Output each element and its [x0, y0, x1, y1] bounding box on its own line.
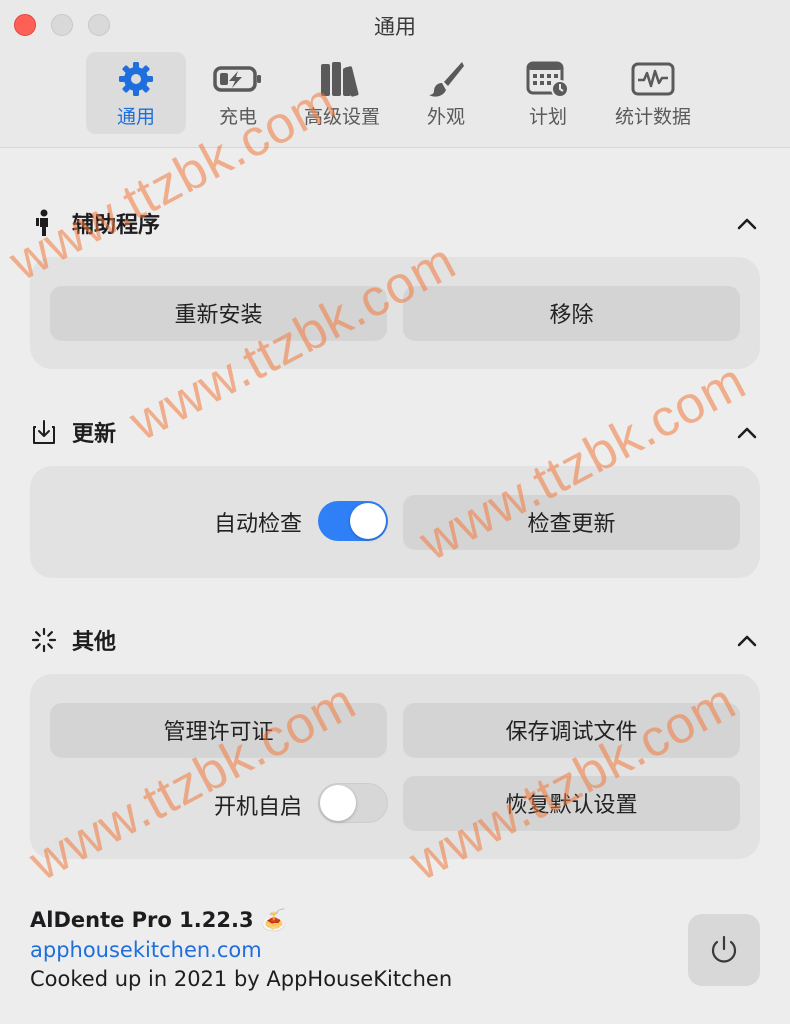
auto-check-label: 自动检查: [213, 512, 302, 537]
reinstall-button[interactable]: 重新安装: [50, 286, 387, 340]
tab-schedule[interactable]: 计划: [500, 52, 596, 134]
tab-statistics-label: 统计数据: [614, 106, 691, 128]
tab-bar: 通用 充电 高级设置 外观 计划 统计数据: [0, 52, 790, 134]
manage-license-button[interactable]: 管理许可证: [50, 703, 387, 757]
helper-section-title: 辅助程序: [72, 213, 161, 238]
update-section-title: 更新: [72, 422, 117, 447]
tab-appearance[interactable]: 外观: [398, 52, 494, 134]
quit-button[interactable]: [688, 914, 760, 986]
website-link[interactable]: apphousekitchen.com: [30, 938, 262, 962]
tab-schedule-label: 计划: [528, 106, 567, 128]
power-icon: [711, 935, 737, 963]
pasta-emoji-icon: 🍝: [260, 908, 288, 932]
tab-appearance-label: 外观: [426, 106, 465, 128]
restore-defaults-button[interactable]: 恢复默认设置: [403, 776, 740, 830]
other-section-header[interactable]: 其他: [30, 622, 760, 658]
launch-at-login-label: 开机自启: [213, 795, 302, 820]
chevron-up-icon[interactable]: [734, 211, 760, 237]
tab-general-label: 通用: [116, 106, 155, 128]
update-section-header[interactable]: 更新: [30, 414, 760, 450]
toolbar: 通用 通用 充电 高级设置 外观 计划 统计数据: [0, 0, 790, 148]
app-name-text: AlDente Pro 1.22.3: [30, 908, 254, 932]
tab-charging[interactable]: 充电: [190, 52, 286, 134]
gear-icon: [86, 60, 186, 98]
auto-check-toggle[interactable]: [318, 501, 388, 541]
calendar-clock-icon: [500, 60, 596, 98]
other-panel: 管理许可证 保存调试文件 开机自启 恢复默认设置: [30, 674, 760, 859]
helper-panel: 重新安装 移除: [30, 257, 760, 369]
save-debug-file-button[interactable]: 保存调试文件: [403, 703, 740, 757]
chart-waveform-icon: [604, 60, 702, 98]
update-panel: 自动检查 检查更新: [30, 466, 760, 578]
battery-charging-icon: [190, 60, 286, 98]
tab-statistics[interactable]: 统计数据: [604, 52, 702, 134]
tab-advanced-label: 高级设置: [303, 106, 380, 128]
app-version: AlDente Pro 1.22.3 🍝: [30, 908, 287, 933]
launch-at-login-toggle[interactable]: [318, 783, 388, 823]
download-tray-icon: [30, 418, 58, 446]
toggle-knob: [350, 503, 386, 539]
tab-charging-label: 充电: [218, 106, 257, 128]
person-icon: [30, 209, 58, 237]
credit-text: Cooked up in 2021 by AppHouseKitchen: [30, 967, 453, 991]
remove-button[interactable]: 移除: [403, 286, 740, 340]
chevron-up-icon[interactable]: [734, 628, 760, 654]
toggle-knob: [320, 785, 356, 821]
chevron-up-icon[interactable]: [734, 420, 760, 446]
paintbrush-icon: [398, 60, 494, 98]
tab-general[interactable]: 通用: [86, 52, 186, 134]
books-icon: [294, 60, 390, 98]
helper-section-header[interactable]: 辅助程序: [30, 205, 760, 241]
tab-advanced[interactable]: 高级设置: [294, 52, 390, 134]
preferences-window: 通用 通用 充电 高级设置 外观 计划 统计数据 辅助程序 重新安装 移除 更新…: [0, 0, 790, 1024]
window-title: 通用: [374, 15, 416, 39]
spinner-icon: [30, 626, 58, 654]
other-section-title: 其他: [72, 630, 117, 655]
check-update-button[interactable]: 检查更新: [403, 495, 740, 549]
